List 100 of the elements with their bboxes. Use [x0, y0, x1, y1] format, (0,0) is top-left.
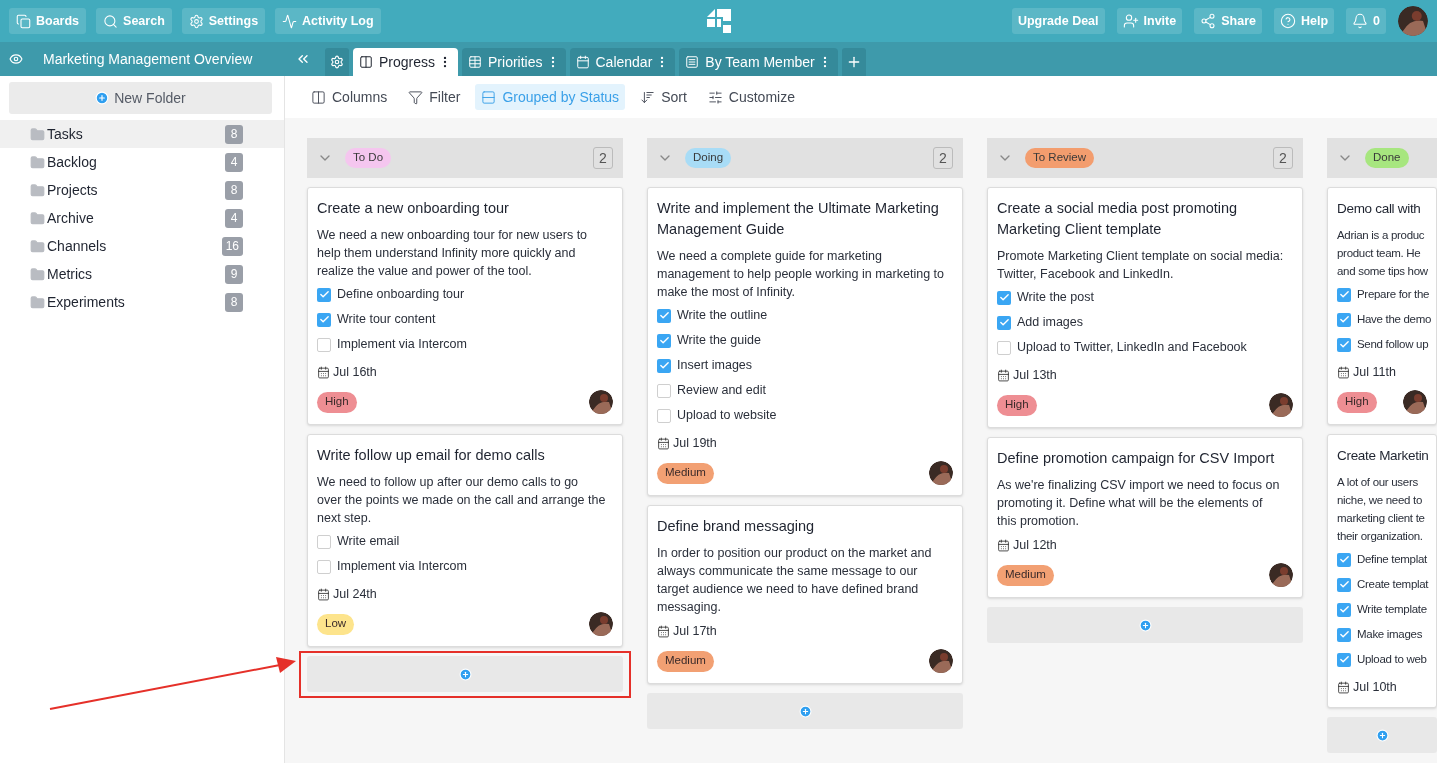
view-tab[interactable]: By Team Member — [679, 48, 838, 76]
activity-icon — [282, 13, 298, 29]
folder-item[interactable]: Experiments 8 — [0, 288, 284, 316]
checkbox[interactable] — [657, 333, 671, 348]
view-tab[interactable]: Priorities — [462, 48, 566, 76]
card-count: 2 — [593, 147, 613, 169]
card-title: Create a social media post promoting Marketing Client template — [997, 199, 1238, 239]
checklist-item: Write email — [337, 533, 400, 551]
checkbox[interactable] — [317, 312, 331, 327]
card-count: 2 — [1273, 147, 1293, 169]
checkbox[interactable] — [1337, 577, 1351, 592]
checkbox[interactable] — [317, 337, 331, 352]
checkbox[interactable] — [657, 408, 671, 423]
toolbar-button[interactable]: Filter — [402, 84, 467, 110]
bell-icon — [1352, 13, 1369, 29]
checkbox[interactable] — [1337, 552, 1351, 567]
checkbox[interactable] — [657, 358, 671, 373]
checkbox[interactable] — [997, 340, 1011, 355]
checklist-item: Create templat — [1357, 576, 1429, 592]
card-description: In order to position our product on the market and always communicate the same message to our target audience we need to have defined brand messaging. — [657, 545, 932, 616]
view-tab[interactable]: Calendar — [569, 48, 676, 76]
checkbox[interactable] — [1337, 312, 1351, 327]
checkbox[interactable] — [1337, 602, 1351, 617]
checklist-item: Define templat — [1357, 551, 1427, 567]
avatar — [1269, 393, 1293, 417]
folder-item[interactable]: Metrics 9 — [0, 260, 284, 288]
toolbar-button[interactable]: Customize — [701, 84, 801, 110]
folder-icon — [30, 182, 45, 198]
checklist-item: Have the demo — [1357, 311, 1432, 327]
view-tab[interactable]: Progress — [353, 48, 459, 76]
checkbox[interactable] — [317, 287, 331, 302]
columns-icon — [311, 89, 326, 105]
folder-name: Projects — [47, 180, 99, 200]
task-card[interactable]: Create Marketin A lot of our users niche, we need to marketing client te their organization. Define templat Create templat Write template Make images Upload to web Jul 10th — [1327, 434, 1437, 708]
folder-count: 4 — [225, 152, 243, 172]
card-description: Promote Marketing Client template on social media: Twitter, Facebook and LinkedIn. — [997, 248, 1284, 283]
eye-icon[interactable] — [9, 52, 23, 66]
task-card[interactable]: Define brand messaging In order to position our product on the market and always communicate the same message to our target audience we need to have defined brand messaging. Jul 17th Medium — [647, 505, 963, 684]
checkbox[interactable] — [1337, 287, 1351, 302]
folder-item[interactable]: Backlog 4 — [0, 148, 284, 176]
folder-name: Metrics — [47, 264, 94, 284]
checklist-item: Upload to Twitter, LinkedIn and Facebook — [1017, 339, 1247, 357]
boards-icon — [16, 13, 31, 29]
board-title: Marketing Management Overview — [43, 49, 253, 69]
card-title: Define promotion campaign for CSV Import — [997, 449, 1275, 468]
add-tab-button[interactable] — [841, 48, 866, 76]
plus-circle-icon — [1375, 728, 1389, 742]
calendar-icon — [317, 365, 330, 379]
card-count: 2 — [933, 147, 953, 169]
due-date: Jul 17th — [673, 622, 717, 640]
folder-item[interactable]: Archive 4 — [0, 204, 284, 232]
checkbox[interactable] — [1337, 652, 1351, 667]
checkbox[interactable] — [1337, 337, 1351, 352]
due-date: Jul 19th — [673, 434, 717, 452]
checkbox[interactable] — [317, 534, 331, 549]
gear-icon — [330, 55, 344, 69]
task-card[interactable]: Write follow up email for demo calls We need to follow up after our demo calls to go over the points we made on the call and arrange the next step. Write email Implement via Intercom Jul 24th Low — [307, 434, 623, 647]
task-card[interactable]: Demo call with Adrian is a produc product team. He and some tips how Prepare for the Have the demo Send follow up Jul 11th High — [1327, 187, 1437, 425]
checkbox[interactable] — [657, 308, 671, 323]
calendar-icon — [317, 587, 330, 601]
folder-name: Tasks — [47, 124, 84, 144]
task-card[interactable] — [987, 187, 1303, 428]
new-folder-button[interactable]: New Folder — [9, 82, 272, 114]
folder-item[interactable]: Channels 16 — [0, 232, 284, 260]
task-card[interactable] — [647, 187, 963, 496]
checkbox[interactable] — [997, 290, 1011, 305]
card-description: A lot of our users niche, we need to marketing client te their organization. — [1337, 475, 1425, 544]
folder-item[interactable]: Projects 8 — [0, 176, 284, 204]
calendar-icon — [997, 368, 1010, 382]
folder-name: Archive — [47, 208, 95, 228]
due-date: Jul 11th — [1353, 363, 1396, 381]
checklist-item: Write the outline — [677, 307, 768, 325]
settings-tab[interactable] — [325, 48, 349, 76]
toolbar-button[interactable]: Columns — [305, 84, 394, 110]
priority-tag: Low — [317, 613, 355, 635]
checkbox[interactable] — [657, 383, 671, 398]
folder-icon — [30, 294, 45, 310]
toolbar-button[interactable]: Sort — [634, 84, 693, 110]
folder-icon — [30, 126, 45, 142]
folder-item[interactable]: Tasks 8 — [0, 120, 284, 148]
plus-circle-icon — [458, 667, 472, 681]
checklist-item: Make images — [1357, 626, 1423, 642]
status-label: To Do — [345, 148, 392, 168]
folder-count: 9 — [225, 264, 243, 284]
due-date: Jul 16th — [333, 363, 377, 381]
checkbox[interactable] — [1337, 627, 1351, 642]
task-card[interactable]: Define promotion campaign for CSV Import As we're finalizing CSV import we need to focus on promoting it. Define what will be the elements of this promotion. Jul 12th Medium — [987, 437, 1303, 598]
checklist-item: Write tour content — [337, 311, 436, 329]
settings-icon — [188, 13, 204, 29]
task-card[interactable] — [307, 187, 623, 425]
checkbox[interactable] — [997, 315, 1011, 330]
card-description: Adrian is a produc product team. He and some tips how — [1337, 228, 1428, 279]
folder-count: 4 — [225, 208, 243, 228]
checklist-item: Review and edit — [677, 382, 766, 400]
priority-tag: Medium — [657, 650, 714, 672]
status-label: To Review — [1025, 148, 1095, 168]
checkbox[interactable] — [317, 559, 331, 574]
due-date: Jul 10th — [1353, 678, 1397, 696]
folder-icon — [30, 154, 45, 170]
calendar-icon — [657, 436, 670, 450]
